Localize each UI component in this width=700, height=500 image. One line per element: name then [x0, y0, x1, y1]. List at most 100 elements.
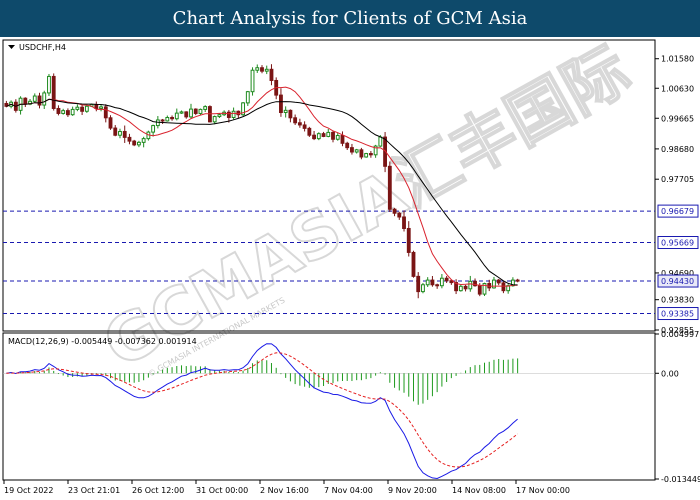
candle-body	[515, 279, 520, 282]
candle-body	[250, 69, 255, 93]
candle-body	[170, 116, 174, 120]
candle-body	[501, 282, 506, 292]
candle-body	[378, 136, 383, 147]
candle-body	[193, 108, 198, 114]
time-tick-label: 31 Oct 00:00	[196, 486, 248, 495]
candle-body	[439, 277, 444, 287]
candle-body	[189, 108, 193, 118]
candle-body	[458, 285, 463, 292]
price-level-label: 0.96679	[661, 207, 694, 216]
candle	[84, 105, 89, 113]
candle-body	[354, 149, 359, 153]
chart-symbol-label: USDCHF,H4	[19, 43, 66, 52]
time-tick-label: 14 Nov 08:00	[452, 486, 506, 495]
candle-body	[132, 140, 137, 146]
price-level-label: 0.94430	[661, 277, 694, 286]
candle-body	[42, 92, 47, 106]
candle	[241, 102, 245, 116]
time-tick-label: 23 Oct 21:01	[68, 486, 120, 495]
candle-body	[118, 130, 122, 136]
candle-body	[387, 165, 392, 210]
candle-body	[56, 107, 61, 114]
candle	[387, 161, 392, 213]
price-tick-label: 1.01580	[661, 55, 694, 64]
time-tick-label: 26 Oct 12:00	[132, 486, 184, 495]
candle-body	[155, 119, 160, 127]
candle-body	[61, 110, 66, 114]
chart-banner-title: Chart Analysis for Clients of GCM Asia	[0, 0, 700, 37]
candle-body	[226, 111, 231, 118]
candle-body	[151, 125, 156, 133]
candle	[411, 250, 416, 278]
candle-body	[302, 124, 307, 129]
candle-body	[99, 106, 103, 109]
candle-body	[198, 108, 203, 114]
candle-body	[37, 95, 42, 106]
time-tick-label: 19 Oct 2022	[4, 486, 53, 495]
time-tick-label: 2 Nov 16:00	[260, 486, 309, 495]
candle-body	[430, 279, 435, 286]
candle-body	[293, 117, 298, 124]
price-tick-label: 0.93830	[661, 296, 694, 305]
time-tick-label: 9 Nov 20:00	[388, 486, 437, 495]
candle-body	[288, 109, 293, 119]
candle-body	[492, 279, 496, 289]
candle-body	[359, 149, 364, 158]
candle-body	[212, 116, 217, 123]
candle	[132, 139, 137, 147]
candle-body	[368, 153, 373, 156]
candle-body	[179, 111, 184, 114]
candle-body	[364, 153, 369, 158]
candle-body	[255, 67, 260, 71]
macd-tick-label: 0.00	[661, 369, 679, 378]
candle-body	[217, 114, 222, 118]
price-level-label: 0.93385	[661, 310, 694, 319]
candle	[364, 152, 369, 158]
price-tick-label: 0.99665	[661, 114, 694, 123]
candle-body	[108, 117, 113, 129]
candle-body	[307, 127, 312, 136]
price-level-label: 0.95669	[661, 239, 694, 248]
candle-body	[411, 251, 416, 277]
candle-body	[435, 284, 440, 287]
candle-body	[141, 138, 146, 143]
candle-body	[80, 106, 85, 112]
macd-tick-label: -0.013449	[661, 475, 700, 484]
chart-canvas: GCMASIA汇丰国际© GCMASIA INTERNATIONAL MARKE…	[0, 37, 700, 500]
candle-body	[297, 122, 302, 126]
candle	[51, 73, 56, 111]
candle-body	[264, 68, 269, 72]
time-tick-label: 17 Nov 00:00	[516, 486, 570, 495]
candle	[250, 67, 255, 96]
candle-body	[32, 95, 37, 102]
candle-body	[477, 285, 482, 295]
candle-body	[340, 135, 345, 144]
time-tick-label: 7 Nov 04:00	[324, 486, 373, 495]
candle-body	[316, 133, 321, 140]
candle	[316, 132, 321, 141]
candle-body	[94, 103, 99, 109]
candle-body	[279, 94, 283, 114]
candle	[47, 73, 51, 96]
candle	[307, 126, 312, 137]
candle-body	[47, 75, 51, 94]
price-tick-label: 0.98680	[661, 145, 694, 154]
candle-body	[51, 75, 56, 109]
candle-body	[65, 110, 70, 116]
candle-body	[321, 133, 326, 137]
candle-body	[136, 141, 141, 146]
price-tick-label: 1.00630	[661, 84, 694, 93]
candle-body	[84, 105, 89, 112]
macd-tick-label: 0.004997	[661, 330, 699, 339]
candle-body	[122, 130, 127, 138]
candle-body	[245, 91, 250, 104]
candle	[421, 282, 425, 294]
candle-body	[160, 119, 165, 122]
candle-body	[231, 110, 236, 118]
candle-body	[468, 280, 473, 290]
candle-body	[444, 277, 449, 282]
candle-body	[416, 275, 421, 293]
candle-body	[260, 67, 264, 72]
candle	[146, 130, 151, 141]
candle-body	[103, 106, 108, 119]
